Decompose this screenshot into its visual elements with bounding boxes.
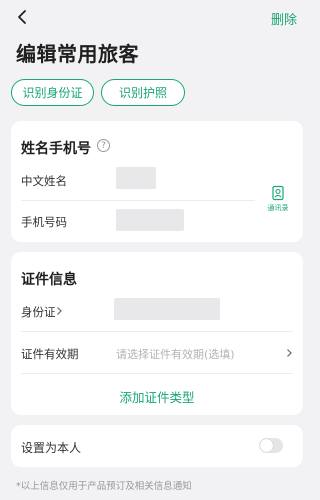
section-title-name-phone: 姓名手机号 xyxy=(21,141,91,157)
add-document-type-button[interactable]: 添加证件类型 xyxy=(11,387,303,406)
validity-label: 证件有效期 xyxy=(21,347,79,361)
chinese-name-input[interactable] xyxy=(116,167,156,189)
chevron-right-icon xyxy=(287,349,292,357)
chevron-right-icon xyxy=(57,307,62,315)
top-bar: 删除 xyxy=(0,0,313,34)
page-title: 编辑常用旅客 xyxy=(16,42,139,66)
validity-selector[interactable]: 请选择证件有效期(选填) xyxy=(116,346,235,362)
section-title-documents: 证件信息 xyxy=(21,272,77,288)
toggle-knob xyxy=(260,439,273,452)
contacts-label: 通讯录 xyxy=(267,204,289,212)
documents-card: 证件信息 身份证 证件有效期 请选择证件有效期(选填) 添加证件类型 xyxy=(11,252,303,415)
set-as-self-card: 设置为本人 xyxy=(11,425,303,467)
question-circle-icon[interactable]: ? xyxy=(97,139,110,152)
divider xyxy=(21,331,293,332)
contacts-button[interactable]: 通讯录 xyxy=(261,185,295,219)
footnote: *以上信息仅用于产品预订及相关信息通知 xyxy=(16,481,192,492)
address-book-icon xyxy=(272,185,284,201)
id-type-label: 身份证 xyxy=(21,305,56,319)
delete-button[interactable]: 删除 xyxy=(271,9,297,28)
set-as-self-label: 设置为本人 xyxy=(21,441,82,455)
chevron-left-icon[interactable] xyxy=(14,8,32,26)
id-number-input[interactable] xyxy=(114,298,220,320)
scan-id-card-button[interactable]: 识别身份证 xyxy=(11,79,94,106)
divider xyxy=(21,200,255,201)
divider xyxy=(21,373,293,374)
phone-input[interactable] xyxy=(116,209,184,231)
scan-passport-button[interactable]: 识别护照 xyxy=(101,79,185,106)
phone-label: 手机号码 xyxy=(21,215,67,229)
name-phone-card: 姓名手机号 ? 中文姓名 手机号码 通讯录 xyxy=(11,121,303,242)
chinese-name-label: 中文姓名 xyxy=(21,174,67,188)
set-as-self-toggle[interactable] xyxy=(259,438,283,453)
